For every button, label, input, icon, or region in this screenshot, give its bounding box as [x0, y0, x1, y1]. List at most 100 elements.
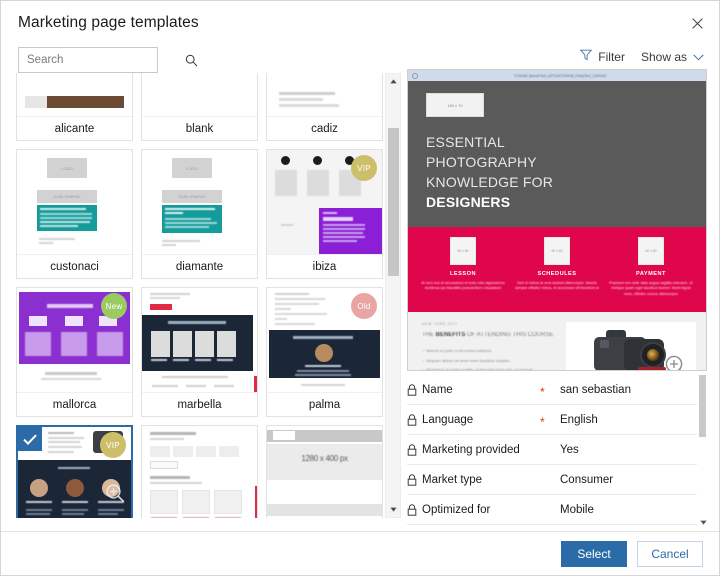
filter-button[interactable]: Filter — [580, 49, 625, 64]
chevron-glyph — [693, 54, 704, 60]
property-label: Name — [422, 383, 453, 396]
template-thumbnail — [142, 426, 257, 518]
template-thumbnail — [267, 73, 382, 116]
search-box[interactable] — [18, 47, 198, 73]
toolbar: Filter Show as — [580, 49, 704, 64]
template-thumbnail — [142, 288, 257, 392]
cancel-button[interactable]: Cancel — [637, 540, 703, 567]
preview-feature-column: 60 x 60 SCHEDULES Sed ut metus at urna l… — [510, 236, 604, 298]
preview-kicker: NEW YORK 2017 — [422, 321, 458, 326]
show-as-dropdown[interactable]: Show as — [641, 50, 704, 64]
property-row: Marketing provided Yes — [407, 435, 697, 465]
lock-glyph — [407, 413, 417, 426]
magnifier-glyph — [106, 484, 125, 503]
properties-scroll-down-arrow[interactable] — [699, 520, 708, 527]
template-name: palma — [267, 392, 382, 416]
template-card-mallorca[interactable]: New mallorca — [16, 287, 133, 417]
property-label: Language — [422, 413, 474, 426]
filter-label: Filter — [598, 49, 625, 64]
search-glyph — [185, 54, 198, 66]
template-card-diamante[interactable]: LOGO SLIDE GRAPHIC diamante — [141, 149, 258, 279]
property-row: Optimized for Mobile — [407, 495, 697, 525]
template-name: cadiz — [267, 116, 382, 140]
lock-glyph — [407, 383, 417, 396]
preview-bullet: ✓ Aliquam dictum sit amet enim faucibus … — [422, 357, 511, 363]
template-name: alicante — [17, 116, 132, 140]
property-row: Market type Consumer — [407, 465, 697, 495]
selected-check-icon — [18, 427, 42, 451]
properties-scroll-thumb[interactable] — [699, 375, 706, 437]
template-thumbnail — [142, 73, 257, 116]
template-card-sitges[interactable]: sitges — [141, 425, 258, 518]
preview-filename: TC0hGtlt_BannerText_td/TCxl/TC0hGtlt_Pol… — [513, 73, 607, 78]
template-card-ibiza[interactable]: VIP ibiza — [266, 149, 383, 279]
template-card-blank[interactable]: blank — [141, 73, 258, 141]
property-label: Marketing provided — [422, 443, 520, 456]
template-name: marbella — [142, 392, 257, 416]
property-value: Consumer — [560, 473, 614, 486]
template-card-palma[interactable]: Old palma — [266, 287, 383, 417]
scroll-down-arrow[interactable] — [386, 502, 400, 517]
struct-overlay-text: 1280 x 400 px — [301, 454, 348, 463]
feature-heading: PAYMENT — [636, 270, 666, 277]
template-card-san-sebastian[interactable]: VIP san sebastian — [16, 425, 133, 518]
preview-camera-image — [566, 321, 696, 370]
template-name: diamante — [142, 254, 257, 278]
marketing-page-templates-dialog: Marketing page templates Filter Show as — [0, 0, 720, 576]
template-card-alicante[interactable]: alicante — [16, 73, 133, 141]
preview-benefits-section: NEW YORK 2017 THE BENEFITS OF ATTENDING … — [408, 311, 706, 371]
property-value: English — [560, 413, 598, 426]
template-grid-panel[interactable]: alicante blank cadiz LOGO SLIDE GRAPHIC … — [16, 73, 383, 518]
template-thumbnail: LOGO SLIDE GRAPHIC — [142, 150, 257, 254]
template-card-custonaci[interactable]: LOGO SLIDE GRAPHIC custonaci — [16, 149, 133, 279]
close-glyph — [691, 17, 703, 29]
caret-down-icon — [700, 520, 707, 525]
property-value: Mobile — [560, 503, 594, 516]
template-card-cadiz[interactable]: cadiz — [266, 73, 383, 141]
template-badge-new: New — [101, 293, 127, 319]
feature-heading: LESSON — [449, 270, 476, 277]
caret-up-icon — [389, 79, 397, 84]
headline-strong: DESIGNERS — [426, 193, 511, 210]
feature-heading: SCHEDULES — [537, 270, 577, 277]
preview-bullet: ✓ Phasellus ut sapien mattis, malesuada … — [422, 367, 534, 371]
template-properties: Name * san sebastian Language * English — [407, 375, 697, 525]
property-value: Yes — [560, 443, 579, 456]
lock-icon — [407, 383, 422, 396]
lock-icon — [407, 503, 422, 516]
scroll-thumb[interactable] — [388, 128, 399, 276]
template-card-marbella[interactable]: marbella — [141, 287, 258, 417]
template-badge-vip: VIP — [351, 155, 377, 181]
close-icon[interactable] — [683, 10, 711, 36]
required-asterisk — [540, 448, 556, 452]
grid-scrollbar[interactable] — [385, 73, 401, 518]
template-thumbnail — [17, 73, 132, 116]
bullet-text: Mauris eu justo a est luctus euismod. — [426, 347, 493, 353]
template-badge-vip: VIP — [100, 432, 126, 458]
scroll-up-arrow[interactable] — [386, 74, 400, 89]
template-name: custonaci — [17, 254, 132, 278]
headline-line-1: ESSENTIAL — [426, 134, 505, 150]
feature-body: At vero eos et accusamus et iusto odio d… — [421, 280, 505, 291]
funnel-glyph — [580, 49, 593, 61]
search-input[interactable] — [19, 54, 185, 66]
template-grid: alicante blank cadiz LOGO SLIDE GRAPHIC … — [16, 73, 383, 518]
check-glyph — [23, 434, 37, 445]
lock-icon — [407, 473, 422, 486]
bullet-text: Phasellus ut sapien mattis, malesuada ju… — [426, 367, 534, 371]
property-label: Market type — [422, 473, 483, 486]
select-button[interactable]: Select — [561, 540, 627, 567]
feature-body: Sed ut metus at urna laoreet ullamcorper… — [515, 280, 599, 291]
properties-scrollbar[interactable] — [699, 375, 711, 527]
preview-zoom-icon[interactable] — [105, 483, 125, 503]
template-badge-old: Old — [351, 293, 377, 319]
feature-image-placeholder: 60 x 60 — [544, 236, 570, 265]
subhead-strong: BENEFITS — [435, 331, 466, 338]
lock-glyph — [407, 443, 417, 456]
lock-icon — [407, 413, 422, 426]
show-as-label: Show as — [640, 49, 687, 64]
property-value: san sebastian — [560, 383, 631, 396]
required-asterisk — [540, 508, 556, 512]
image-zoom-icon[interactable] — [664, 354, 688, 370]
template-card-struct-1[interactable]: 1280 x 400 px struct-1 — [266, 425, 383, 518]
